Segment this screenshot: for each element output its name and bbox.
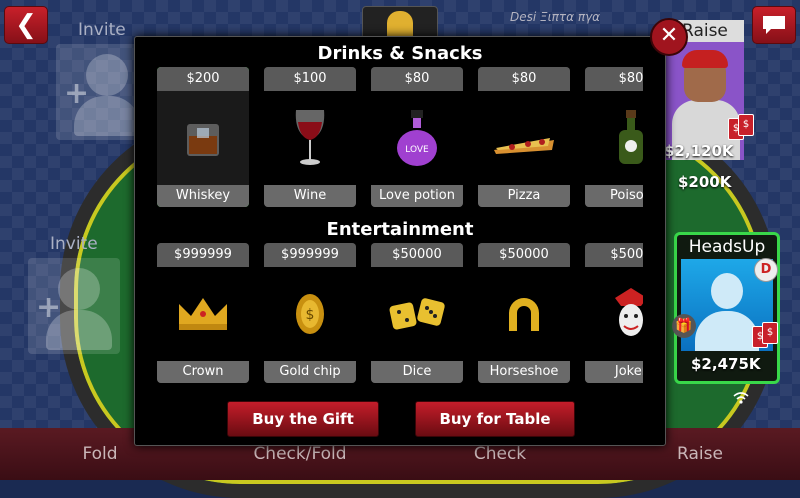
whiskey-glass-icon [187,124,219,156]
invite-label-left: Invite [50,234,98,254]
item-price: $5000 [585,243,643,267]
player-chips: $2,475K [691,355,761,373]
item-label: Whiskey [157,185,249,207]
player-headsup[interactable]: HeadsUp $2,475K [674,232,780,384]
buy-for-table-button[interactable]: Buy for Table [415,401,575,437]
pizza-icon [494,138,554,154]
item-label: Love potion [371,185,463,207]
gift-item-gold-chip[interactable]: $999999 $ Gold chip [264,243,356,383]
plus-icon: + [36,290,62,325]
section-title-entertainment: Entertainment [326,219,474,240]
close-icon[interactable]: ✕ [650,18,688,56]
drinks-row: $200 Whiskey $100 Wine $80 LOVE Love pot… [157,67,643,207]
gift-item-horseshoe[interactable]: $50000 Horseshoe [478,243,570,383]
gift-item-whiskey[interactable]: $200 Whiskey [157,67,249,207]
gift-item-pizza[interactable]: $80 Pizza [478,67,570,207]
item-price: $999999 [264,243,356,267]
item-price: $80 [371,67,463,91]
item-price: $999999 [157,243,249,267]
svg-text:$: $ [306,307,315,323]
wifi-icon [733,392,749,408]
back-button[interactable]: ❮ [4,6,48,44]
item-price: $50000 [478,243,570,267]
plus-icon: + [64,76,90,111]
crown-icon [179,298,227,330]
item-label: Joker [585,361,643,383]
item-price: $80 [478,67,570,91]
top-player-name: Desi Ξιπτα πγα [510,10,601,24]
item-label: Gold chip [264,361,356,383]
gift-icon[interactable]: 🎁 [672,314,696,338]
wine-glass-icon [295,110,325,165]
gift-item-joker[interactable]: $5000 Joker [585,243,643,383]
item-label: Pizza [478,185,570,207]
item-label: Dice [371,361,463,383]
item-label: Poison [585,185,643,207]
item-price: $100 [264,67,356,91]
horseshoe-icon [509,298,539,331]
love-potion-icon: LOVE [397,110,437,166]
item-price: $200 [157,67,249,91]
gift-item-crown[interactable]: $999999 Crown [157,243,249,383]
dice-icon [389,298,445,330]
svg-text:LOVE: LOVE [405,145,429,155]
gift-item-poison[interactable]: $80 Poison [585,67,643,207]
chat-button[interactable] [752,6,796,44]
chat-bubble-icon [763,16,785,34]
empty-seat-left[interactable]: + [28,258,120,354]
item-label: Crown [157,361,249,383]
gift-item-dice[interactable]: $50000 Dice [371,243,463,383]
cards-icon: $ [738,114,754,136]
section-title-drinks: Drinks & Snacks [317,43,483,64]
gift-item-love-potion[interactable]: $80 LOVE Love potion [371,67,463,207]
item-price: $50000 [371,243,463,267]
buy-gift-button[interactable]: Buy the Gift [227,401,379,437]
invite-label-top: Invite [78,20,126,40]
gold-chip-icon: $ [296,294,324,334]
player-name: HeadsUp [688,237,766,257]
player-chips: $2,120K [664,142,734,160]
gift-shop-dialog: Drinks & Snacks $200 Whiskey $100 Wine $… [134,36,666,446]
chevron-left-icon: ❮ [15,10,37,40]
dealer-button: D [754,258,778,282]
joker-icon [615,288,643,336]
item-price: $80 [585,67,643,91]
gift-item-wine[interactable]: $100 Wine [264,67,356,207]
cards-icon: $ [762,322,778,344]
entertainment-row: $999999 Crown $999999 $ Gold chip $50000… [157,243,643,383]
poison-bottle-icon [619,110,643,164]
player-bet: $200K [678,173,732,191]
item-label: Horseshoe [478,361,570,383]
item-label: Wine [264,185,356,207]
